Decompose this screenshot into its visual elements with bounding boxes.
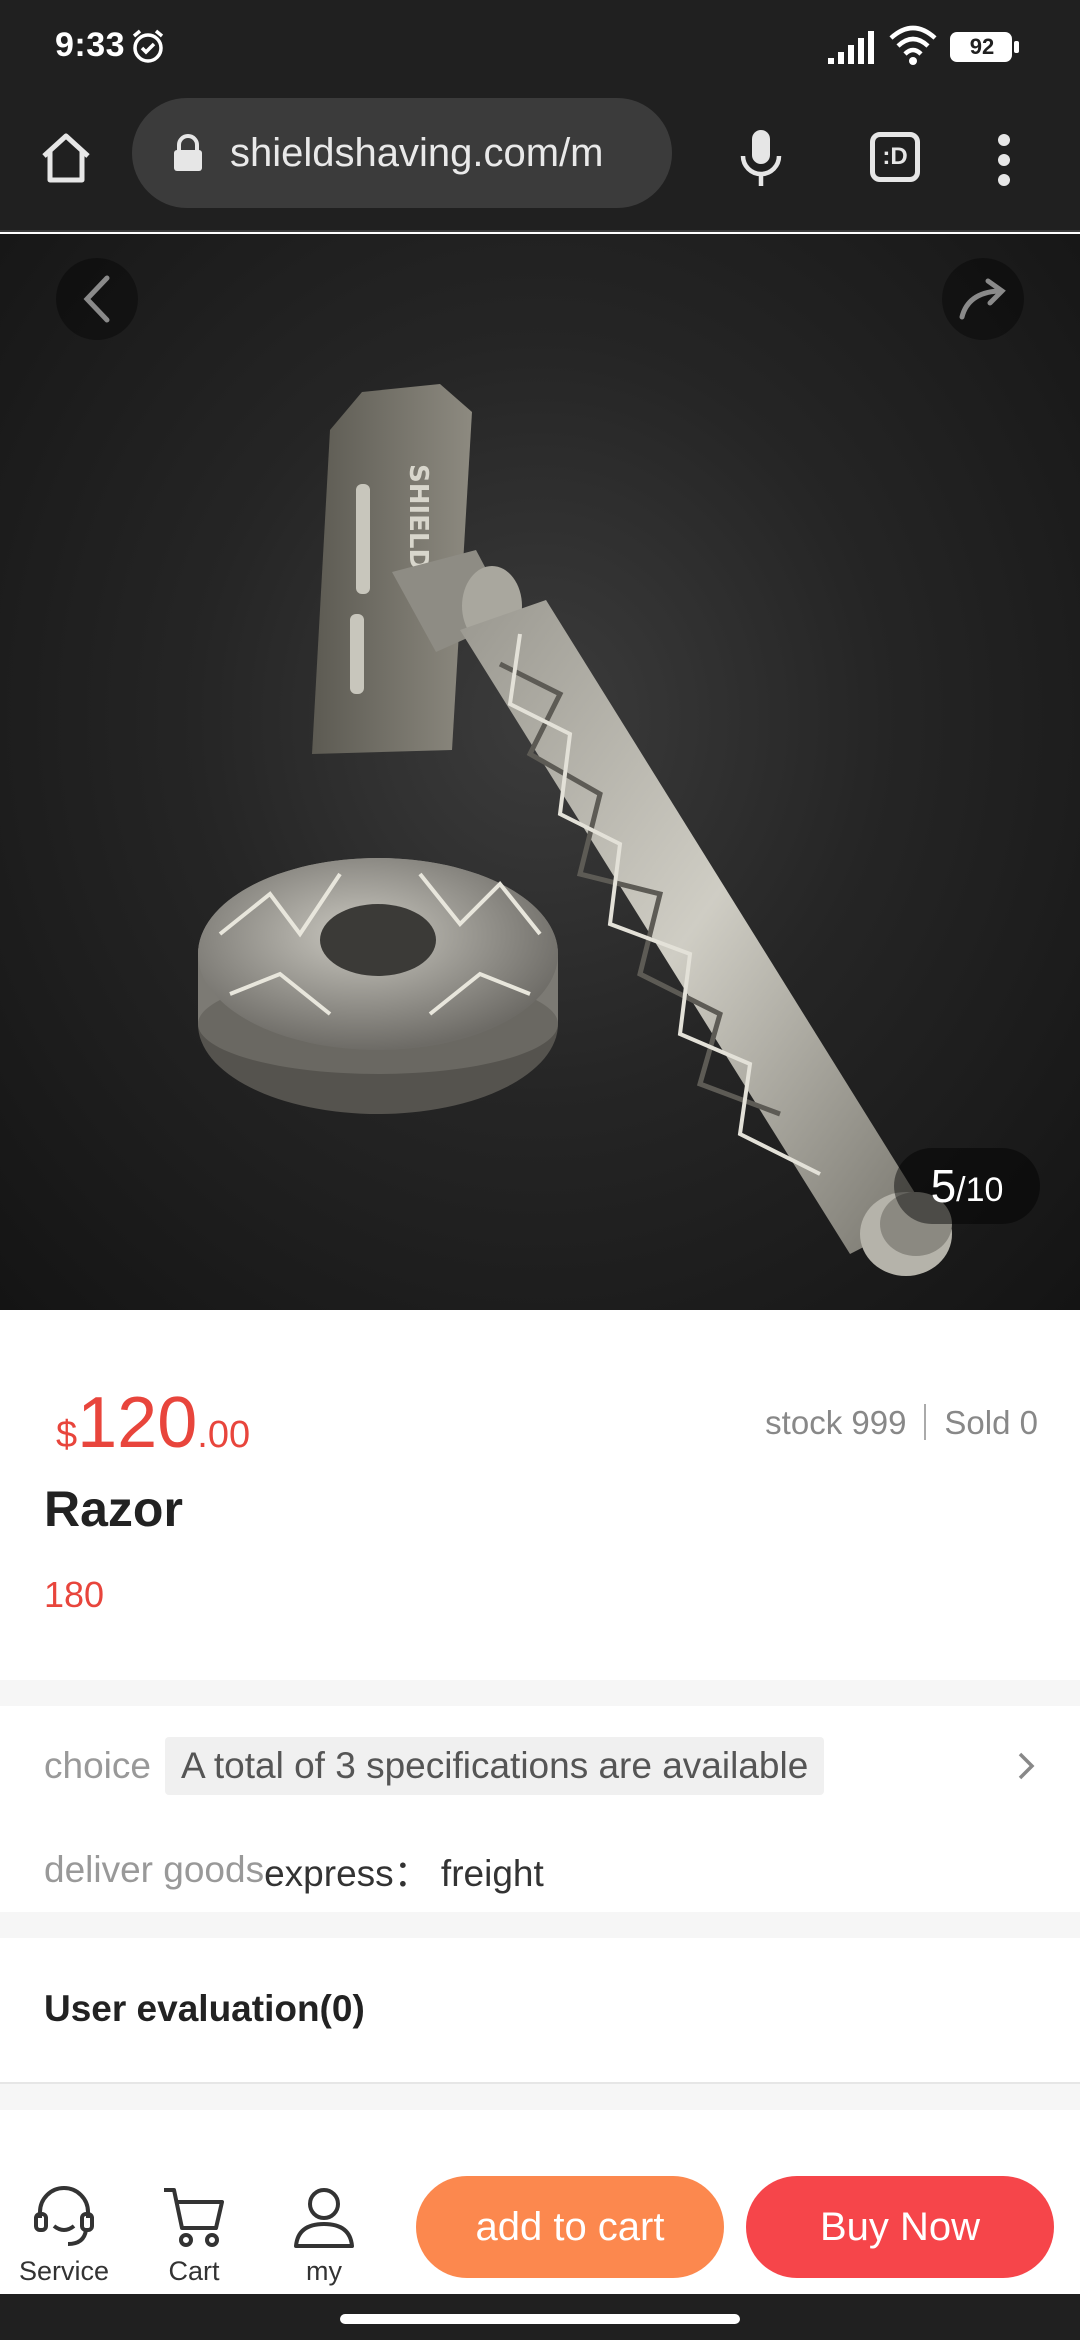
gallery-back-button[interactable] [56,258,138,340]
person-icon [294,2188,354,2248]
product-gallery[interactable]: SHIELD 5 /10 [0,234,1080,1310]
product-info: $120.00 stock 999 Sold 0 Razor 180 [0,1310,1080,1680]
user-evaluation-title: User evaluation(0) [44,1988,365,2029]
battery-level: 92 [969,34,995,59]
stock-count: stock 999 [765,1404,907,1441]
alarm-icon [132,29,164,63]
bottom-action-bar: Service Cart my add to cart Buy Now [0,2140,1080,2294]
more-vert-icon [998,134,1010,186]
status-time: 9:33 [55,26,126,64]
share-icon [959,278,1006,320]
home-gesture-handle[interactable] [340,2314,740,2324]
buy-now-button[interactable]: Buy Now [746,2176,1054,2278]
service-label: Service [18,2256,110,2286]
product-photo: SHIELD [198,384,952,1276]
cart-icon [164,2188,224,2247]
spec-choice-value: A total of 3 specifications are availabl… [164,1737,825,1795]
gallery-share-button[interactable] [942,258,1024,340]
user-evaluation-section[interactable]: User evaluation(0) [0,1938,1080,2084]
section-divider [0,2084,1080,2110]
tabs-icon: :D [870,132,920,182]
gallery-total: /10 [956,1170,1004,1209]
cart-button[interactable]: Cart [134,2180,254,2294]
price-decimal: .00 [197,1414,251,1456]
status-bar: 9:33 92 [0,0,1080,92]
signal-icon [828,31,874,64]
chevron-right-icon [1018,1752,1035,1780]
price-currency: $ [56,1414,78,1456]
url-text: shieldshaving.com/m [230,130,604,175]
browser-toolbar: shieldshaving.com/m :D [0,92,1080,232]
sold-count: Sold 0 [944,1404,1038,1441]
lock-icon [174,134,202,171]
delivery-label: deliver goods [44,1849,265,1890]
voice-search-button[interactable] [726,118,796,198]
gallery-current-index: 5 [930,1160,957,1212]
cart-label: Cart [168,2256,220,2286]
razor-engraving: SHIELD [403,464,433,570]
home-icon [42,133,90,183]
product-title: Razor [44,1481,183,1537]
spec-choice-label: choice [44,1745,151,1786]
stock-info: stock 999 Sold 0 [765,1404,1038,1442]
section-divider [0,1912,1080,1938]
tab-switcher-button[interactable]: :D [860,122,930,192]
delivery-value: express： freight [264,1853,544,1894]
headset-icon [34,2186,94,2246]
system-nav-bar [0,2294,1080,2340]
service-button[interactable]: Service [4,2180,124,2294]
mic-icon [740,130,782,186]
back-icon [83,275,110,323]
add-to-cart-button[interactable]: add to cart [416,2176,724,2278]
section-divider [0,1680,1080,1706]
delivery-row: deliver goods express： freight [44,1838,544,1902]
spec-choice-row[interactable]: choice A total of 3 specifications are a… [44,1734,1044,1798]
my-label: my [306,2256,342,2286]
price-integer: 120 [77,1383,198,1463]
gallery-counter: 5 /10 [894,1148,1040,1224]
spec-section: choice A total of 3 specifications are a… [0,1706,1080,1912]
browser-menu-button[interactable] [976,120,1032,200]
wifi-icon [889,25,937,65]
url-field[interactable]: shieldshaving.com/m [132,98,672,208]
home-button[interactable] [30,122,102,194]
product-subtitle: 180 [44,1574,105,1615]
stock-divider [924,1404,927,1440]
product-price: $120.00 [56,1382,250,1464]
app-root: 9:33 92 shieldshaving.com/m:D SHIELD 5 … [0,0,1080,2340]
my-account-button[interactable]: my [264,2180,384,2294]
